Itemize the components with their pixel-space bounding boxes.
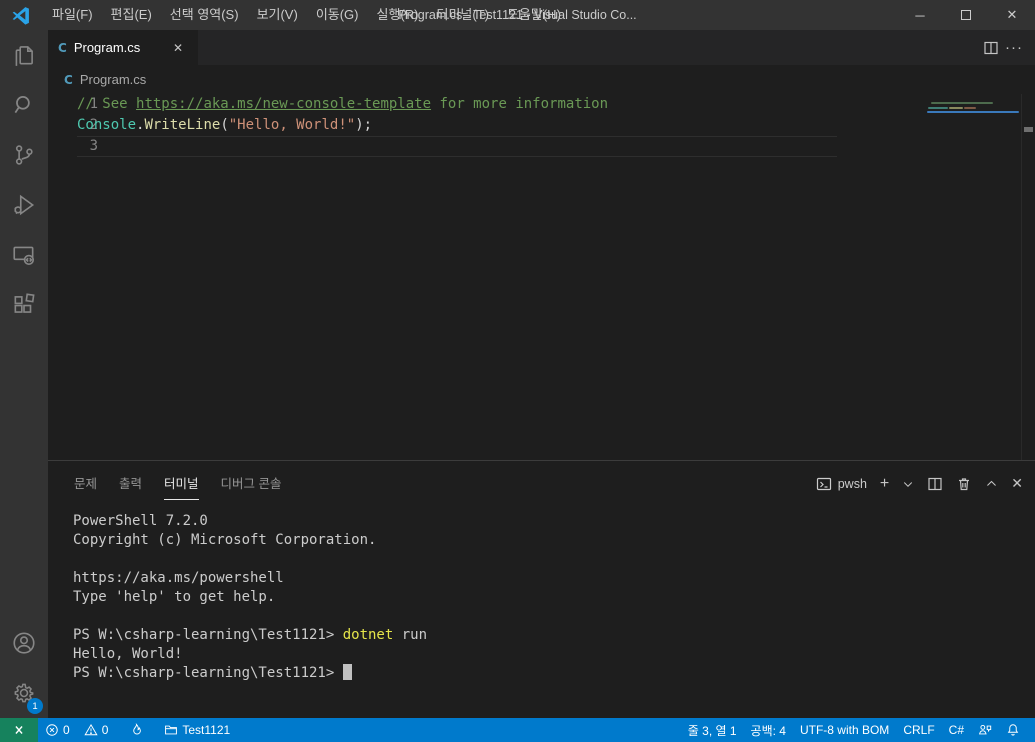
tab-bar: C Program.cs ✕ ···: [48, 30, 1035, 65]
sidebar-item-search[interactable]: [0, 80, 48, 130]
account-icon: [13, 632, 35, 654]
new-terminal-icon[interactable]: +: [880, 475, 889, 492]
vscode-logo-icon: [12, 7, 29, 25]
bottom-panel: 문제 출력 터미널 디버그 콘솔 pwsh + ✕ PowerShell 7.2…: [48, 460, 1035, 718]
menu-view[interactable]: 보기(V): [248, 0, 307, 30]
menu-go[interactable]: 이동(G): [307, 0, 368, 30]
minimize-icon[interactable]: ─: [897, 0, 943, 30]
warning-icon: [84, 723, 98, 736]
sidebar-item-extensions[interactable]: [0, 280, 48, 330]
chevron-up-icon[interactable]: [985, 477, 998, 490]
feedback-icon: [978, 724, 992, 735]
window-controls: ─ ✕: [897, 0, 1035, 30]
feedback-button[interactable]: [971, 718, 999, 742]
minimap-line-2b: [949, 107, 963, 109]
error-icon: [46, 724, 58, 736]
panel-tab-terminal[interactable]: 터미널: [164, 467, 199, 500]
close-panel-icon[interactable]: ✕: [1011, 475, 1023, 492]
menu-run[interactable]: 실행(R): [368, 0, 428, 30]
status-bar: 0 0 Test1121 줄 3, 열 1 공백: 4 UTF-8 with B…: [0, 718, 1035, 742]
split-editor-icon[interactable]: [983, 40, 999, 56]
eol-selector[interactable]: CRLF: [896, 718, 941, 742]
panel-tab-debug-console[interactable]: 디버그 콘솔: [221, 467, 282, 500]
flame-icon: [133, 723, 142, 735]
workspace-indicator[interactable]: Test1121: [150, 718, 237, 742]
more-actions-icon[interactable]: ···: [1005, 39, 1023, 56]
editor-group: C Program.cs ✕ ··· C Program.cs 123 // S…: [48, 30, 1035, 718]
folder-icon: [165, 725, 178, 735]
maximize-icon[interactable]: [943, 0, 989, 30]
indentation[interactable]: 공백: 4: [744, 718, 793, 742]
sidebar-item-run-debug[interactable]: [0, 180, 48, 230]
close-window-icon[interactable]: ✕: [989, 0, 1035, 30]
notifications-button[interactable]: [999, 718, 1027, 742]
files-icon: [15, 46, 33, 66]
extensions-icon: [14, 293, 35, 313]
status-bar-right: 줄 3, 열 1 공백: 4 UTF-8 with BOM CRLF C#: [681, 718, 1035, 742]
chevron-down-icon[interactable]: [902, 478, 914, 490]
sidebar-item-source-control[interactable]: [0, 130, 48, 180]
account-button[interactable]: [0, 618, 48, 668]
remote-indicator[interactable]: [0, 718, 38, 742]
bell-icon: [1007, 724, 1019, 736]
terminal-icon: [816, 477, 831, 490]
cursor-marker: [1024, 127, 1033, 132]
minimap-line-2c: [964, 107, 976, 109]
tab-label: Program.cs: [73, 40, 141, 55]
panel-tab-problems[interactable]: 문제: [74, 467, 97, 500]
settings-badge: 1: [27, 698, 43, 714]
tab-close-icon[interactable]: ✕: [168, 38, 188, 58]
csharp-file-icon: C: [64, 72, 73, 87]
terminal-toolbar: pwsh + ✕: [816, 475, 1023, 492]
omnisharp-status[interactable]: [115, 718, 150, 742]
overview-ruler[interactable]: [1021, 94, 1035, 460]
code-lines: // See https://aka.ms/new-console-templa…: [48, 94, 925, 157]
active-terminal-selector[interactable]: pwsh: [816, 476, 867, 492]
minimap-line-2a: [928, 107, 948, 109]
sidebar-item-remote-explorer[interactable]: [0, 230, 48, 280]
minimap-current-line: [927, 111, 1019, 113]
menu-selection[interactable]: 선택 영역(S): [161, 0, 248, 30]
terminal-output[interactable]: PowerShell 7.2.0 Copyright (c) Microsoft …: [48, 506, 1035, 718]
menu-edit[interactable]: 편집(E): [102, 0, 161, 30]
csharp-file-icon: C: [58, 40, 67, 55]
shell-label: pwsh: [837, 476, 867, 491]
error-count: 0: [63, 723, 70, 737]
search-icon: [14, 96, 30, 114]
code-editor[interactable]: 123 // See https://aka.ms/new-console-te…: [48, 94, 1035, 460]
breadcrumb[interactable]: C Program.cs: [48, 65, 1035, 94]
minimap-line-1: [931, 102, 993, 104]
titlebar: 파일(F) 편집(E) 선택 영역(S) 보기(V) 이동(G) 실행(R) 터…: [0, 0, 1035, 30]
settings-button[interactable]: 1: [0, 668, 48, 718]
remote-explorer-icon: [13, 246, 35, 266]
trash-icon[interactable]: [956, 476, 972, 492]
menu-terminal[interactable]: 터미널(T): [427, 0, 497, 30]
encoding[interactable]: UTF-8 with BOM: [793, 718, 896, 742]
breadcrumb-item-file[interactable]: Program.cs: [80, 72, 146, 87]
activity-bar: 1: [0, 30, 48, 718]
split-terminal-icon[interactable]: [927, 476, 943, 492]
source-control-icon: [15, 145, 33, 165]
sidebar-item-explorer[interactable]: [0, 30, 48, 80]
tab-program-cs[interactable]: C Program.cs ✕: [48, 30, 198, 65]
minimap[interactable]: [925, 94, 1021, 460]
run-debug-icon: [14, 194, 35, 216]
workspace-name: Test1121: [182, 723, 231, 737]
warning-count: 0: [101, 723, 109, 737]
menu-file[interactable]: 파일(F): [43, 0, 102, 30]
editor-actions: ···: [983, 30, 1035, 65]
panel-header: 문제 출력 터미널 디버그 콘솔 pwsh + ✕: [48, 461, 1035, 506]
panel-tab-output[interactable]: 출력: [119, 467, 142, 500]
menu-help[interactable]: 도움말(H): [498, 0, 570, 30]
language-mode[interactable]: C#: [942, 718, 971, 742]
problems-indicator[interactable]: 0 0: [38, 718, 115, 742]
remote-icon: [15, 726, 23, 734]
cursor-position[interactable]: 줄 3, 열 1: [681, 718, 744, 742]
